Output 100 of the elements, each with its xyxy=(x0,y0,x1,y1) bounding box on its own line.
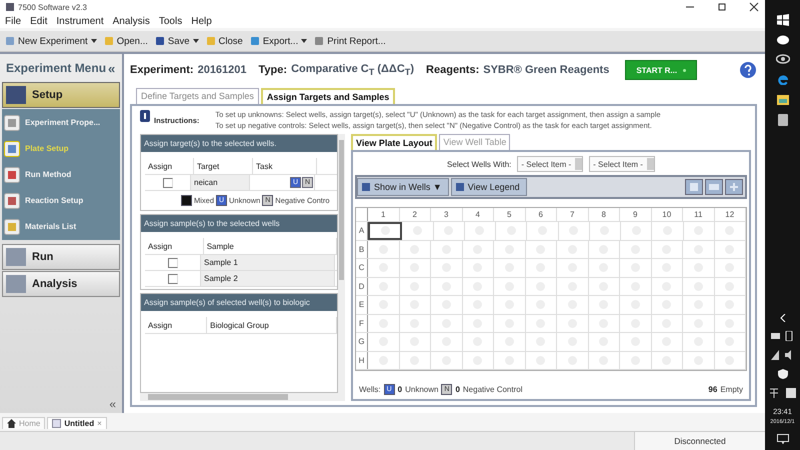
reagents-name: SYBR® Green Reagents xyxy=(483,64,610,76)
close-icon[interactable] xyxy=(749,2,759,12)
row-letter: C xyxy=(356,259,368,276)
item-icon xyxy=(4,114,20,130)
column-header: Assign xyxy=(145,158,194,174)
menu-item[interactable]: Analysis xyxy=(112,16,150,26)
tab[interactable]: View Plate Layout xyxy=(351,134,438,150)
document-icon[interactable] xyxy=(778,114,788,126)
folder-icon xyxy=(206,36,216,46)
toolbar-button[interactable]: Open... xyxy=(104,36,148,46)
column-number: 1 xyxy=(368,208,400,221)
item-icon xyxy=(4,218,20,234)
experiment-name: 20161201 xyxy=(198,64,247,76)
dropdown[interactable]: - Select Item - xyxy=(589,156,655,172)
save-icon xyxy=(154,36,165,46)
column-number: 4 xyxy=(462,208,494,221)
horizontal-scrollbar[interactable] xyxy=(140,393,338,401)
menu-item[interactable]: File xyxy=(5,16,22,26)
view-legend-button[interactable]: View Legend xyxy=(450,178,527,196)
type-label: Type: xyxy=(258,64,288,76)
toolbar-button[interactable]: New Experiment xyxy=(5,36,97,46)
checkbox[interactable] xyxy=(168,258,178,268)
section-header: Assign target(s) to the selected wells. xyxy=(141,135,337,152)
well-count: 0 xyxy=(455,385,460,394)
tab[interactable]: Assign Targets and Samples xyxy=(260,88,396,104)
column-header: Target xyxy=(194,158,253,174)
row-letter: A xyxy=(356,222,368,240)
checkbox[interactable] xyxy=(168,274,178,284)
help-icon[interactable] xyxy=(739,61,757,79)
chevron-icon[interactable] xyxy=(780,314,786,322)
eye-icon[interactable] xyxy=(776,54,790,64)
row-letter: D xyxy=(356,278,368,295)
item-icon xyxy=(4,166,20,182)
document-tab[interactable]: Untitled × xyxy=(47,417,107,429)
menu-item[interactable]: Tools xyxy=(158,16,182,26)
collapse-button[interactable]: « xyxy=(108,60,116,76)
print-icon xyxy=(314,36,324,46)
well[interactable] xyxy=(368,222,402,240)
dropdown[interactable]: - Select Item - xyxy=(517,156,584,172)
toolbar-button[interactable]: Print Report... xyxy=(314,36,386,46)
column-number: 6 xyxy=(526,208,557,221)
column-number: 8 xyxy=(588,208,620,221)
zoom-out-icon[interactable] xyxy=(705,179,723,195)
select-wells-label: Select Wells With: xyxy=(447,160,512,168)
browser-icon[interactable] xyxy=(776,73,788,85)
menu-item[interactable]: Edit xyxy=(30,16,48,26)
sidebar-section[interactable]: Setup xyxy=(2,82,120,108)
count-label: Unknown xyxy=(405,385,438,394)
info-icon xyxy=(140,110,150,122)
column-number: 5 xyxy=(494,208,526,221)
sidebar-section[interactable]: Analysis xyxy=(2,271,120,297)
vertical-scrollbar[interactable] xyxy=(338,134,345,401)
speech-bubble-icon[interactable] xyxy=(776,35,788,45)
shield-icon[interactable] xyxy=(778,369,788,379)
experiment-label: Experiment: xyxy=(130,64,194,76)
toolbar-button[interactable]: Close xyxy=(206,36,243,46)
section-header: Assign sample(s) to the selected wells xyxy=(141,215,337,232)
column-number: 7 xyxy=(557,208,588,221)
folder-icon xyxy=(104,36,114,46)
home-icon xyxy=(7,419,16,428)
close-tab-button[interactable]: × xyxy=(97,419,102,428)
menu-item[interactable]: Help xyxy=(191,16,212,26)
collapse-button[interactable]: « xyxy=(109,397,116,411)
toolbar-button[interactable]: Save xyxy=(154,36,199,46)
section-header: Assign sample(s) of selected well(s) to biologic xyxy=(141,294,337,311)
connection-status: Disconnected xyxy=(634,432,765,450)
reagents-label: Reagents: xyxy=(426,64,480,76)
well-count: 0 xyxy=(398,385,402,394)
restore-icon[interactable] xyxy=(717,2,727,12)
column-header: Assign xyxy=(145,238,204,254)
table-cell: neican xyxy=(191,175,250,190)
wells-label: Wells: xyxy=(359,385,381,394)
notification-icon[interactable] xyxy=(776,434,788,444)
checkbox[interactable] xyxy=(162,178,172,188)
item-icon xyxy=(4,140,20,156)
experiment-type: Comparative C$_{T}$ (ΔΔC$_{T}$) xyxy=(291,62,414,78)
row-letter: H xyxy=(356,352,368,369)
count-label: Empty xyxy=(720,385,743,394)
well-count: 96 xyxy=(708,385,718,394)
fit-icon[interactable] xyxy=(725,179,743,195)
sidebar-section[interactable]: Run xyxy=(2,244,120,270)
sidebar-title: Experiment Menu xyxy=(6,61,106,75)
document-icon xyxy=(52,419,62,428)
toolbar-button[interactable]: Export... xyxy=(250,36,308,46)
menu-item[interactable]: Instrument xyxy=(56,16,104,26)
column-number: 2 xyxy=(400,208,431,221)
column-number: 3 xyxy=(431,208,462,221)
zoom-in-icon[interactable] xyxy=(685,179,703,195)
windows-icon[interactable] xyxy=(776,14,788,26)
legend-icon xyxy=(181,195,192,206)
row-letter: F xyxy=(356,314,368,332)
column-number: 12 xyxy=(714,208,746,221)
export-icon xyxy=(250,36,260,46)
tab[interactable]: Define Targets and Samples xyxy=(136,88,259,104)
folder-icon[interactable] xyxy=(776,94,788,105)
column-header: Assign xyxy=(145,317,208,333)
count-label: Negative Control xyxy=(462,385,522,394)
column-header: Biological Group xyxy=(207,317,337,333)
show-in-wells-button[interactable]: Show in Wells ▼ xyxy=(357,178,449,196)
row-letter: E xyxy=(356,296,368,314)
